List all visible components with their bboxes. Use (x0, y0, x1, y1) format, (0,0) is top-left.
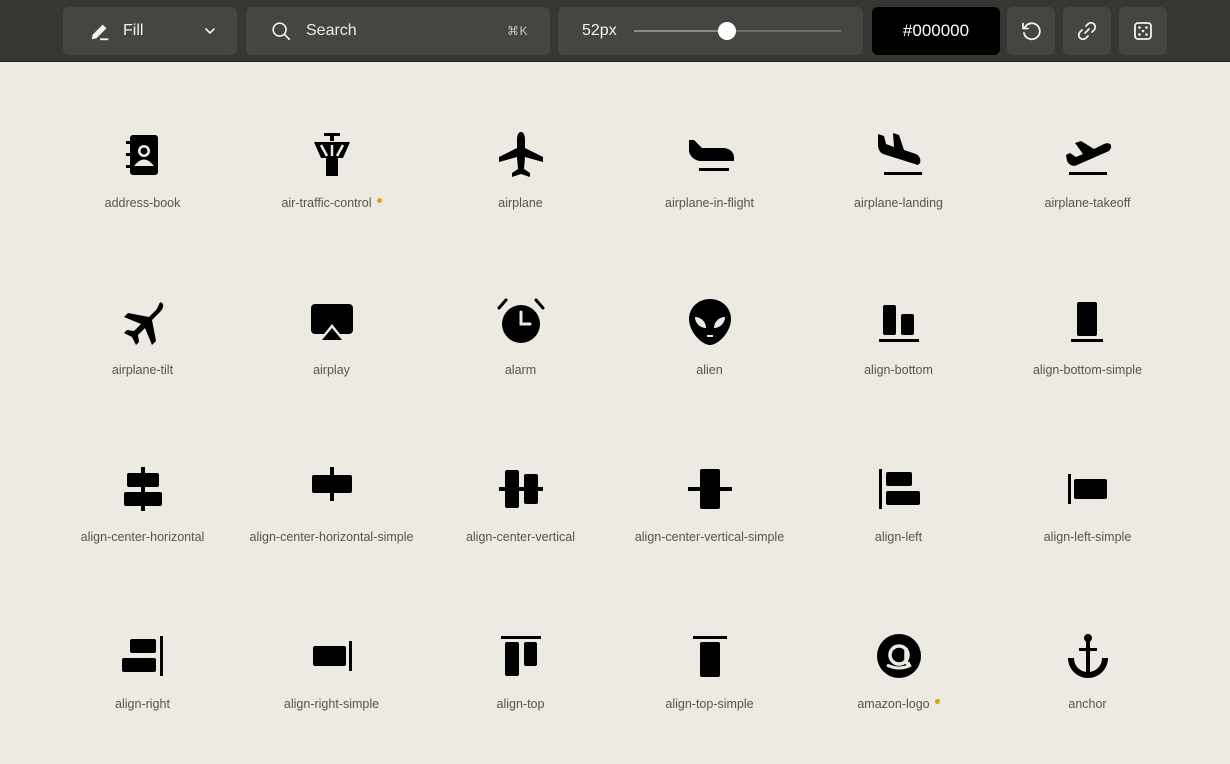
color-hex-label: #000000 (902, 21, 970, 40)
icon-card-align-right[interactable]: align-right (48, 564, 237, 731)
alarm-icon (496, 297, 546, 347)
icon-name-label: address-book (104, 196, 181, 210)
icon-name-label: airplane-takeoff (1044, 196, 1131, 210)
icon-card-align-center-horizontal-simple[interactable]: align-center-horizontal-simple (237, 397, 426, 564)
size-slider[interactable] (634, 22, 841, 40)
icon-name-label: align-top (496, 697, 545, 711)
search-input[interactable]: Search ⌘K (246, 7, 550, 55)
icon-name-label: airplane-tilt (111, 363, 174, 377)
new-indicator-dot (376, 198, 382, 203)
chevron-down-icon (205, 28, 215, 35)
align-center-horizontal-simple-icon (307, 464, 357, 514)
copy-link-button[interactable] (1063, 7, 1111, 55)
align-right-simple-icon (307, 631, 357, 681)
align-center-vertical-simple-icon (685, 464, 735, 514)
align-bottom-simple-icon (1063, 297, 1113, 347)
icon-name-label: amazon-logo (808, 696, 989, 712)
airplane-tilt-icon (118, 297, 168, 347)
amazon-logo-icon (874, 631, 924, 681)
anchor-icon (1063, 631, 1113, 681)
alien-icon (685, 297, 735, 347)
reset-icon (1022, 22, 1041, 41)
icon-card-airplay[interactable]: airplay (237, 230, 426, 397)
size-label: 52px (582, 22, 617, 39)
icon-name-label: airplane-landing (854, 196, 943, 210)
icon-name-label: airplane (498, 196, 543, 210)
size-slider-thumb[interactable] (718, 22, 737, 40)
icon-card-align-left[interactable]: align-left (804, 397, 993, 564)
search-shortcut: ⌘K (506, 24, 528, 38)
icon-name-label: align-left-simple (1043, 530, 1132, 544)
icon-card-air-traffic-control[interactable]: air-traffic-control (237, 63, 426, 230)
airplay-icon (307, 297, 357, 347)
icon-card-align-right-simple[interactable]: align-right-simple (237, 564, 426, 731)
align-top-icon (496, 631, 546, 681)
icon-card-airplane[interactable]: airplane (426, 63, 615, 230)
icon-name-label: align-center-horizontal (80, 530, 205, 544)
dice-icon (1134, 22, 1152, 40)
icon-name-label: align-left (874, 530, 923, 544)
icon-name-label: alien (696, 363, 723, 377)
icon-name-label: air-traffic-control (241, 195, 422, 211)
icon-name-label: align-center-vertical-simple (634, 530, 785, 544)
align-center-horizontal-icon (118, 464, 168, 514)
air-traffic-control-icon (307, 130, 357, 180)
airplane-in-flight-icon (685, 130, 735, 180)
icon-name-label: align-center-vertical (465, 530, 576, 544)
icon-card-address-book[interactable]: address-book (48, 63, 237, 230)
icon-name-label: align-right-simple (283, 697, 380, 711)
airplane-landing-icon (874, 130, 924, 180)
icon-card-align-center-horizontal[interactable]: align-center-horizontal (48, 397, 237, 564)
icon-card-align-bottom-simple[interactable]: align-bottom-simple (993, 230, 1182, 397)
icon-name-label: align-center-horizontal-simple (249, 530, 414, 544)
icon-card-airplane-in-flight[interactable]: airplane-in-flight (615, 63, 804, 230)
icon-card-align-top-simple[interactable]: align-top-simple (615, 564, 804, 731)
search-placeholder: Search (306, 22, 357, 39)
airplane-icon (496, 130, 546, 180)
icon-card-align-top[interactable]: align-top (426, 564, 615, 731)
weight-select[interactable]: Fill (63, 7, 237, 55)
airplane-takeoff-icon (1063, 130, 1113, 180)
icon-card-alien[interactable]: alien (615, 230, 804, 397)
align-bottom-icon (874, 297, 924, 347)
icon-card-amazon-logo[interactable]: amazon-logo (804, 564, 993, 731)
icon-card-align-left-simple[interactable]: align-left-simple (993, 397, 1182, 564)
link-icon (1077, 21, 1097, 41)
icon-name-label: airplane-in-flight (665, 196, 754, 210)
align-left-simple-icon (1063, 464, 1113, 514)
icon-name-label: alarm (504, 363, 537, 377)
icon-name-label: align-bottom (864, 363, 933, 377)
icon-card-airplane-landing[interactable]: airplane-landing (804, 63, 993, 230)
icon-card-align-center-vertical-simple[interactable]: align-center-vertical-simple (615, 397, 804, 564)
icon-card-alarm[interactable]: alarm (426, 230, 615, 397)
address-book-icon (118, 130, 168, 180)
align-left-icon (874, 464, 924, 514)
align-right-icon (118, 631, 168, 681)
align-top-simple-icon (685, 631, 735, 681)
random-icon-button[interactable] (1119, 7, 1167, 55)
icon-card-anchor[interactable]: anchor (993, 564, 1182, 731)
size-control: 52px (558, 7, 863, 55)
icon-card-align-bottom[interactable]: align-bottom (804, 230, 993, 397)
icon-card-airplane-takeoff[interactable]: airplane-takeoff (993, 63, 1182, 230)
icon-name-label: airplay (313, 363, 350, 377)
icon-card-airplane-tilt[interactable]: airplane-tilt (48, 230, 237, 397)
search-icon (272, 22, 291, 41)
toolbar: Fill Search ⌘K 52px #000000 (0, 0, 1230, 62)
align-center-vertical-icon (496, 464, 546, 514)
pencil-icon (91, 24, 109, 41)
weight-label: Fill (123, 22, 144, 39)
icon-name-label: anchor (1068, 697, 1107, 711)
icon-name-label: align-top-simple (665, 697, 754, 711)
icon-name-label: align-bottom-simple (1032, 363, 1143, 377)
color-picker-button[interactable]: #000000 (872, 7, 1000, 55)
icon-name-label: align-right (115, 697, 170, 711)
reset-button[interactable] (1007, 7, 1055, 55)
icon-card-align-center-vertical[interactable]: align-center-vertical (426, 397, 615, 564)
new-indicator-dot (934, 699, 940, 704)
size-slider-fill (634, 30, 728, 32)
